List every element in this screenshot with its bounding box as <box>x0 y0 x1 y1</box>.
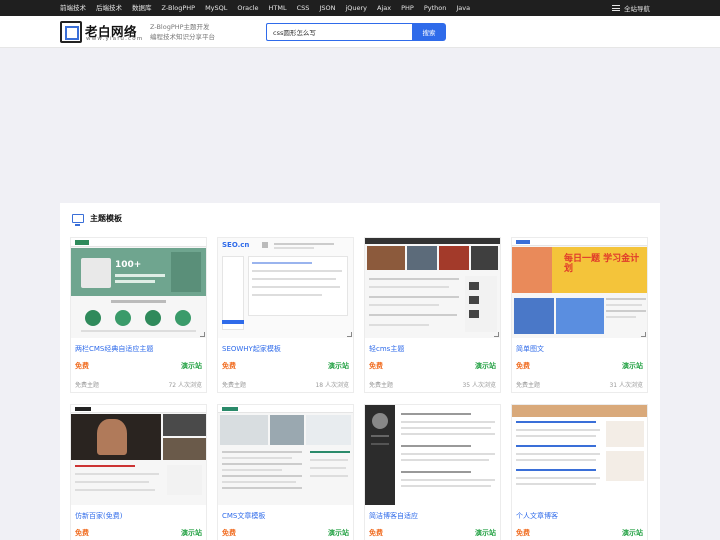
theme-thumbnail[interactable] <box>218 405 353 505</box>
price-label: 免费 <box>75 362 89 370</box>
category-label[interactable]: 免费主题 <box>369 380 393 389</box>
nav-link-php[interactable]: PHP <box>401 0 414 16</box>
top-nav-links: 前端技术 后端技术 数据库 Z-BlogPHP MySQL Oracle HTM… <box>60 0 480 16</box>
site-slogan: Z-BlogPHP主题开发 编程技术知识分享平台 <box>150 22 215 42</box>
theme-card[interactable]: 100+ 两栏CMS经典自适应主题 免费 演示站 免费主题 72 人次浏览 <box>70 237 207 393</box>
theme-card[interactable]: SEO.cn SEOWHY起家模板 免费 演示站 免费主题 18 人次浏览 <box>217 237 354 393</box>
section-header: 主题模板 <box>72 211 122 226</box>
theme-thumbnail[interactable]: 100+ <box>71 238 206 338</box>
theme-card[interactable]: 简洁博客自适应 免费 演示站 <box>364 404 501 540</box>
nav-link-oracle[interactable]: Oracle <box>237 0 258 16</box>
site-nav-label: 全站导航 <box>624 5 650 13</box>
site-logo[interactable]: 老白网络 www.yiafu.com <box>60 20 142 44</box>
theme-card[interactable]: CMS文章模板 免费 演示站 <box>217 404 354 540</box>
theme-thumbnail[interactable] <box>365 238 500 338</box>
monitor-icon <box>72 213 84 226</box>
price-label: 免费 <box>516 529 530 537</box>
theme-title-link[interactable]: CMS文章模板 <box>222 511 265 521</box>
view-count: 72 人次浏览 <box>168 382 202 389</box>
view-count: 31 人次浏览 <box>609 382 643 389</box>
theme-card[interactable]: 轻cms主题 免费 演示站 免费主题 35 人次浏览 <box>364 237 501 393</box>
nav-link-database[interactable]: 数据库 <box>132 0 152 16</box>
demo-link[interactable]: 演示站 <box>181 528 202 538</box>
theme-card[interactable]: 每日一题 学习金计划 简单图文 免费 演示站 免费主题 31 人次浏览 <box>511 237 648 393</box>
site-nav-button[interactable]: 全站导航 <box>612 0 650 16</box>
category-label[interactable]: 免费主题 <box>516 380 540 389</box>
demo-link[interactable]: 演示站 <box>181 361 202 371</box>
nav-link-python[interactable]: Python <box>424 0 447 16</box>
theme-title-link[interactable]: 轻cms主题 <box>369 344 404 354</box>
theme-title-link[interactable]: 个人文章博客 <box>516 511 558 521</box>
nav-link-mysql[interactable]: MySQL <box>205 0 227 16</box>
search-button[interactable]: 搜索 <box>412 23 446 41</box>
slogan-line-2: 编程技术知识分享平台 <box>150 33 215 41</box>
price-label: 免费 <box>516 362 530 370</box>
price-label: 免费 <box>75 529 89 537</box>
theme-thumbnail[interactable]: SEO.cn <box>218 238 353 338</box>
category-label[interactable]: 免费主题 <box>75 380 99 389</box>
demo-link[interactable]: 演示站 <box>622 528 643 538</box>
top-nav-bar: 前端技术 后端技术 数据库 Z-BlogPHP MySQL Oracle HTM… <box>0 0 720 16</box>
nav-link-java[interactable]: Java <box>456 0 470 16</box>
nav-link-frontend[interactable]: 前端技术 <box>60 0 86 16</box>
thumb-headline: 100+ <box>115 260 142 270</box>
nav-link-zblogphp[interactable]: Z-BlogPHP <box>162 0 196 16</box>
theme-title-link[interactable]: 两栏CMS经典自适应主题 <box>75 344 153 354</box>
demo-link[interactable]: 演示站 <box>475 528 496 538</box>
demo-link[interactable]: 演示站 <box>475 361 496 371</box>
nav-link-css[interactable]: CSS <box>297 0 310 16</box>
demo-link[interactable]: 演示站 <box>622 361 643 371</box>
theme-card[interactable]: 个人文章博客 免费 演示站 <box>511 404 648 540</box>
theme-thumbnail[interactable] <box>512 405 647 505</box>
thumb-banner-text: 每日一题 学习金计划 <box>564 254 640 274</box>
view-count: 18 人次浏览 <box>315 382 349 389</box>
demo-link[interactable]: 演示站 <box>328 361 349 371</box>
nav-link-backend[interactable]: 后端技术 <box>96 0 122 16</box>
demo-link[interactable]: 演示站 <box>328 528 349 538</box>
section-title: 主题模板 <box>90 213 122 223</box>
theme-card[interactable]: 仿新百家(免费) 免费 演示站 <box>70 404 207 540</box>
view-count: 35 人次浏览 <box>462 382 496 389</box>
price-label: 免费 <box>369 529 383 537</box>
nav-link-jquery[interactable]: jQuery <box>345 0 367 16</box>
slogan-line-1: Z-BlogPHP主题开发 <box>150 23 210 31</box>
category-label[interactable]: 免费主题 <box>222 380 246 389</box>
theme-thumbnail[interactable] <box>365 405 500 505</box>
logo-url: www.yiafu.com <box>86 36 144 42</box>
site-header: 老白网络 www.yiafu.com Z-BlogPHP主题开发 编程技术知识分… <box>0 16 720 48</box>
theme-thumbnail[interactable] <box>71 405 206 505</box>
nav-link-ajax[interactable]: Ajax <box>377 0 391 16</box>
nav-link-json[interactable]: JSON <box>319 0 335 16</box>
price-label: 免费 <box>369 362 383 370</box>
theme-thumbnail[interactable]: 每日一题 学习金计划 <box>512 238 647 338</box>
menu-icon <box>612 5 620 11</box>
search-input[interactable] <box>266 23 412 41</box>
theme-title-link[interactable]: SEOWHY起家模板 <box>222 344 281 354</box>
search-form: 搜索 <box>266 23 446 41</box>
logo-mark-icon <box>60 21 82 43</box>
nav-link-html[interactable]: HTML <box>269 0 287 16</box>
theme-title-link[interactable]: 简单图文 <box>516 344 544 354</box>
theme-template-panel: 主题模板 100+ 两栏CMS经典自适应主题 免费 演示站 免费主题 72 人次… <box>60 203 660 540</box>
theme-title-link[interactable]: 仿新百家(免费) <box>75 511 122 521</box>
price-label: 免费 <box>222 529 236 537</box>
theme-title-link[interactable]: 简洁博客自适应 <box>369 511 418 521</box>
thumb-logo: SEO.cn <box>222 241 250 249</box>
price-label: 免费 <box>222 362 236 370</box>
